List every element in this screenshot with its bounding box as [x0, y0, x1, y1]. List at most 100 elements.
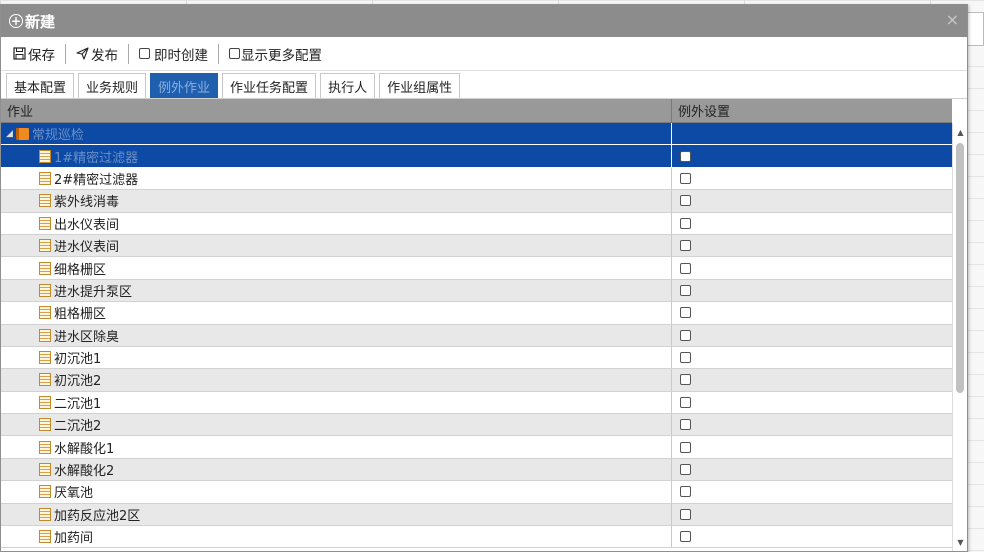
table-row[interactable]: 1#精密过滤器	[1, 145, 952, 168]
show-more-label: 显示更多配置	[241, 47, 322, 64]
table-row[interactable]: 细格栅区	[1, 257, 952, 280]
task-label: 常规巡检	[31, 128, 84, 144]
exception-cell	[672, 213, 952, 234]
table-row[interactable]: 加药间	[1, 526, 952, 549]
exception-checkbox[interactable]	[680, 441, 691, 453]
task-cell[interactable]: 紫外线消毒	[1, 190, 672, 212]
exception-checkbox[interactable]	[680, 374, 691, 386]
exception-checkbox[interactable]	[680, 419, 691, 431]
task-cell[interactable]: 二沉池2	[1, 414, 672, 436]
exception-cell	[672, 168, 952, 189]
task-label: 加药间	[54, 531, 94, 547]
exception-checkbox[interactable]	[680, 217, 691, 229]
table-row[interactable]: 加药反应池2区	[1, 503, 952, 527]
task-cell[interactable]: 进水区除臭	[1, 324, 672, 346]
tab-1[interactable]: 业务规则	[78, 73, 147, 98]
tab-3[interactable]: 作业任务配置	[222, 73, 317, 98]
save-label: 保存	[28, 47, 55, 64]
task-label: 出水仪表间	[54, 217, 120, 233]
task-cell[interactable]: 水解酸化2	[1, 458, 672, 481]
exception-checkbox[interactable]	[680, 195, 691, 207]
document-icon	[39, 418, 51, 432]
table-row[interactable]: 进水仪表间	[1, 234, 952, 258]
document-icon	[39, 328, 51, 342]
document-icon	[39, 261, 51, 275]
task-label: 1#精密过滤器	[54, 150, 139, 166]
table-row[interactable]: 二沉池1	[1, 391, 952, 415]
document-icon	[39, 149, 51, 163]
task-cell[interactable]: 水解酸化1	[1, 436, 672, 458]
checkbox-box[interactable]	[229, 48, 240, 59]
task-cell[interactable]: 二沉池1	[1, 391, 672, 414]
tab-2[interactable]: 例外作业	[150, 73, 219, 98]
column-header-task[interactable]: 作业	[1, 99, 672, 122]
table-row[interactable]: 出水仪表间	[1, 212, 952, 235]
scroll-thumb[interactable]	[956, 143, 964, 393]
table-row[interactable]: 进水区除臭	[1, 324, 952, 347]
exception-checkbox[interactable]	[680, 464, 691, 476]
task-cell[interactable]: 进水仪表间	[1, 234, 672, 257]
table-row[interactable]: 初沉池1	[1, 346, 952, 370]
checkbox-box[interactable]	[139, 48, 150, 59]
task-cell[interactable]: 细格栅区	[1, 257, 672, 279]
task-cell[interactable]: 厌氧池	[1, 481, 672, 503]
exception-checkbox[interactable]	[680, 262, 691, 274]
task-cell[interactable]: 1#精密过滤器	[1, 145, 672, 167]
task-cell[interactable]: 加药间	[1, 526, 672, 548]
table-row[interactable]: 初沉池2	[1, 369, 952, 392]
scroll-down-arrow-icon[interactable]: ▼	[953, 535, 967, 549]
scroll-up-arrow-icon[interactable]: ▲	[953, 125, 967, 139]
exception-checkbox[interactable]	[680, 396, 691, 408]
exception-checkbox[interactable]	[680, 240, 691, 252]
exception-checkbox[interactable]	[680, 150, 691, 162]
document-icon	[39, 171, 51, 185]
exception-checkbox[interactable]	[680, 352, 691, 364]
exception-checkbox[interactable]	[680, 531, 691, 543]
publish-button[interactable]: 发布	[76, 44, 118, 64]
document-icon	[39, 373, 51, 387]
task-label: 进水区除臭	[54, 329, 120, 345]
table-row[interactable]: 粗格栅区	[1, 302, 952, 325]
vertical-scrollbar[interactable]: ▲ ▼	[952, 123, 967, 551]
exception-checkbox[interactable]	[680, 508, 691, 520]
expand-toggle-icon[interactable]: ◢	[6, 129, 13, 139]
close-button[interactable]: ×	[946, 12, 959, 28]
exception-checkbox[interactable]	[680, 329, 691, 341]
table-row[interactable]: 紫外线消毒	[1, 190, 952, 213]
task-label: 二沉池1	[54, 396, 102, 412]
table-row[interactable]: 厌氧池	[1, 481, 952, 504]
exception-checkbox[interactable]	[680, 172, 691, 184]
tab-5[interactable]: 作业组属性	[379, 73, 461, 98]
table-row[interactable]: 水解酸化1	[1, 436, 952, 459]
instant-create-checkbox[interactable]: 即时创建	[139, 44, 208, 64]
table-row[interactable]: 进水提升泵区	[1, 279, 952, 303]
show-more-config-checkbox[interactable]: 显示更多配置	[229, 44, 322, 64]
exception-checkbox[interactable]	[680, 307, 691, 319]
task-cell[interactable]: 2#精密过滤器	[1, 167, 672, 190]
task-cell[interactable]: 初沉池1	[1, 346, 672, 369]
dialog-titlebar[interactable]: + 新建 ×	[1, 5, 967, 37]
column-header-exception[interactable]: 例外设置	[672, 99, 952, 122]
task-cell[interactable]: 加药反应池2区	[1, 503, 672, 526]
exception-cell	[672, 190, 952, 211]
table-row[interactable]: 2#精密过滤器	[1, 167, 952, 191]
task-cell[interactable]: 出水仪表间	[1, 212, 672, 234]
table-row[interactable]: 二沉池2	[1, 414, 952, 437]
table-row[interactable]: ◢ 常规巡检	[1, 123, 952, 146]
task-cell[interactable]: 初沉池2	[1, 369, 672, 391]
task-cell[interactable]: 粗格栅区	[1, 302, 672, 324]
table-row[interactable]: 水解酸化2	[1, 458, 952, 482]
task-cell[interactable]: ◢ 常规巡检	[1, 123, 672, 145]
exception-checkbox[interactable]	[680, 284, 691, 296]
tab-4[interactable]: 执行人	[320, 73, 376, 98]
exception-cell	[672, 459, 952, 480]
task-cell[interactable]: 进水提升泵区	[1, 279, 672, 302]
save-button[interactable]: 保存	[13, 44, 55, 64]
exception-cell	[672, 325, 952, 346]
document-icon	[39, 194, 51, 208]
tab-0[interactable]: 基本配置	[6, 73, 75, 98]
paper-plane-icon	[76, 47, 89, 60]
task-label: 2#精密过滤器	[54, 172, 139, 188]
exception-checkbox[interactable]	[680, 486, 691, 498]
toolbar-divider	[65, 43, 66, 64]
